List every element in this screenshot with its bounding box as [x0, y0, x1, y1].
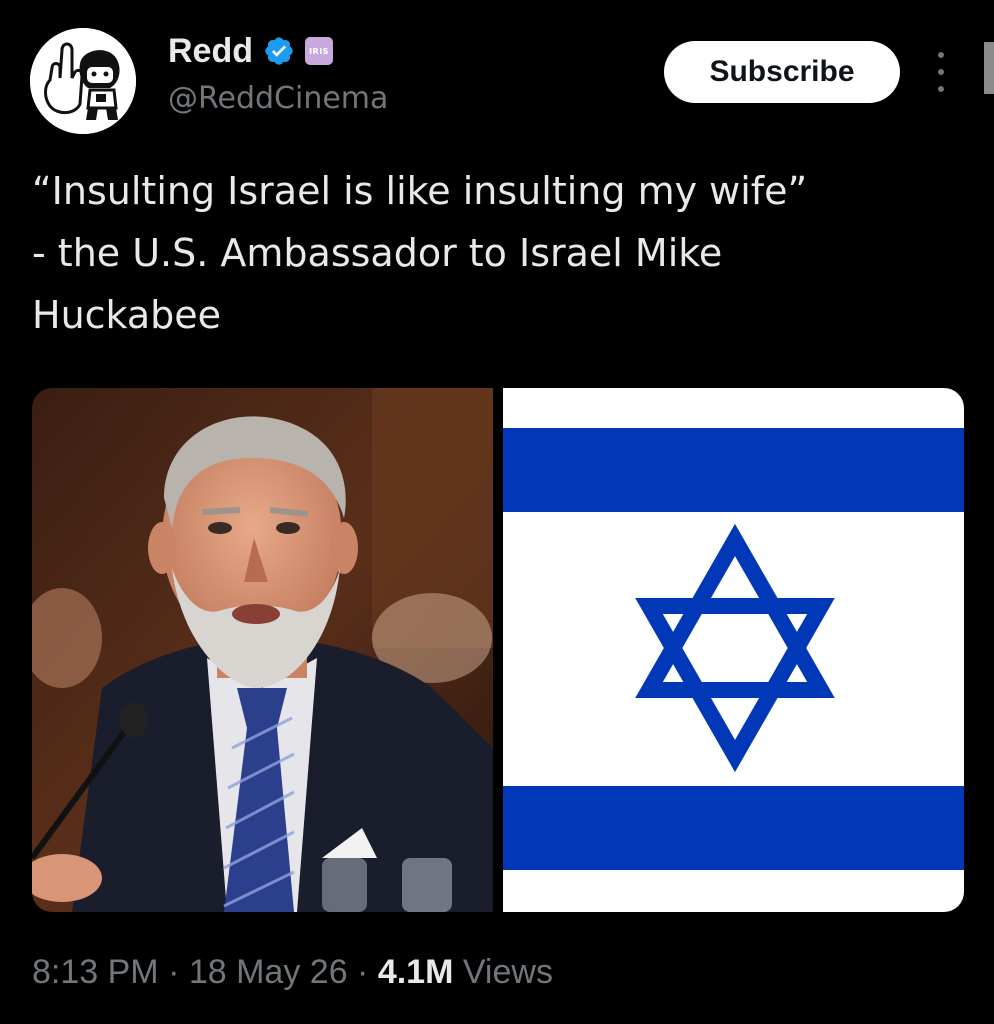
more-dot: [938, 69, 944, 75]
media-photo-portrait[interactable]: [32, 388, 493, 912]
more-dot: [938, 86, 944, 92]
tweet-meta-row: 8:13 PM · 18 May 26 · 4.1M Views: [32, 952, 553, 992]
tweet-date[interactable]: 18 May 26: [189, 953, 348, 991]
author-display-name[interactable]: Redd: [168, 34, 253, 68]
tweet-time[interactable]: 8:13 PM: [32, 953, 159, 991]
meta-separator: ·: [158, 953, 189, 991]
meta-separator: ·: [347, 953, 378, 991]
scrollbar[interactable]: [984, 42, 994, 94]
israel-flag-illustration: [503, 388, 964, 912]
portrait-photo-illustration: [32, 388, 493, 912]
subscribe-button[interactable]: Subscribe: [664, 41, 900, 103]
author-avatar[interactable]: [30, 28, 136, 134]
author-handle[interactable]: @ReddCinema: [168, 84, 388, 114]
affiliate-badge-icon[interactable]: IRIS: [305, 37, 333, 65]
views-count[interactable]: 4.1M: [378, 953, 454, 991]
tweet-text: “Insulting Israel is like insulting my w…: [32, 169, 808, 337]
author-name-row: Redd IRIS: [168, 34, 333, 68]
verified-badge-icon[interactable]: [263, 35, 295, 67]
tweet-media[interactable]: [32, 388, 964, 912]
avatar-illustration: [30, 28, 136, 134]
views-label: Views: [453, 953, 553, 991]
media-israel-flag[interactable]: [503, 388, 964, 912]
more-options-icon[interactable]: [930, 52, 952, 92]
more-dot: [938, 52, 944, 58]
